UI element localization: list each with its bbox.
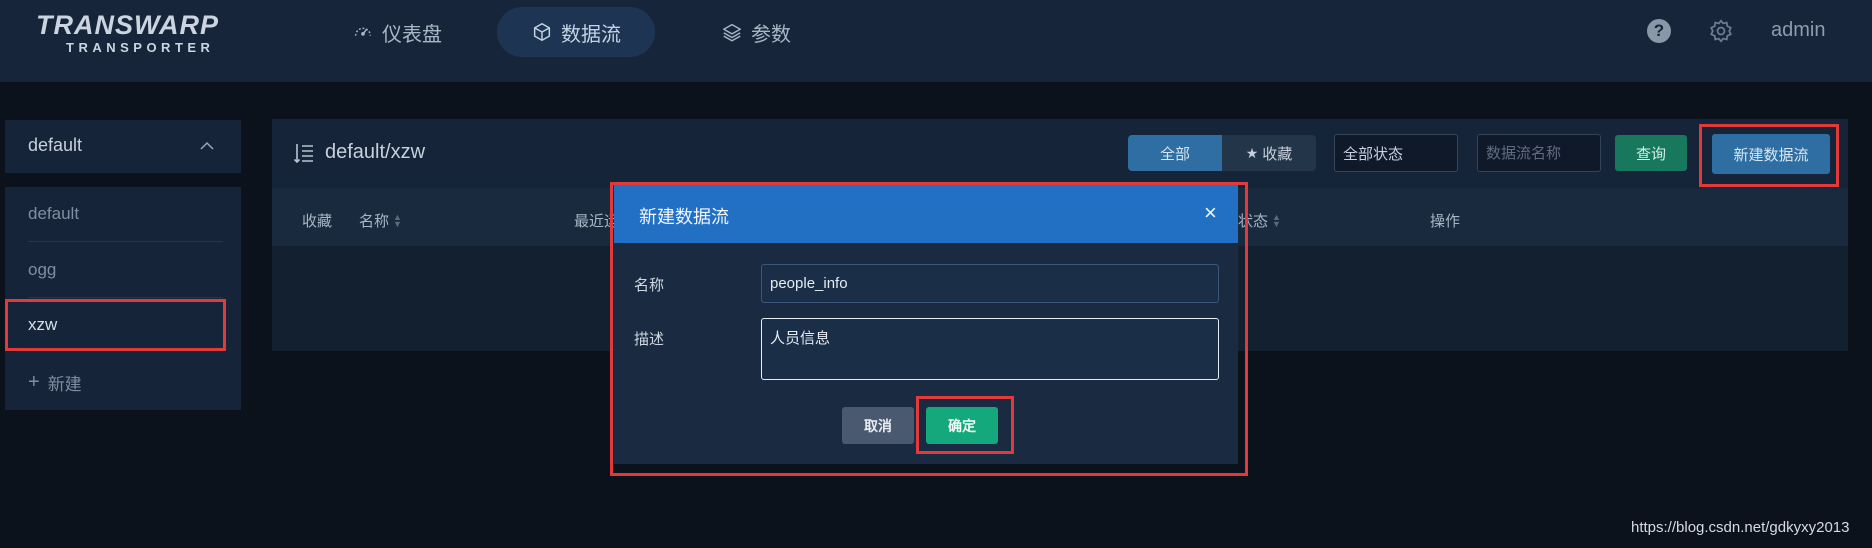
name-field[interactable] [761,264,1219,303]
gear-icon[interactable] [1708,18,1734,44]
nav-dashboard-label: 仪表盘 [382,23,442,46]
cube-icon [533,23,551,41]
column-actions: 操作 [1430,213,1461,230]
sidebar-divider [28,297,223,298]
plus-icon: + [28,371,40,393]
panel-toolbar: default/xzw 全部 ★ 收藏 全部状态 查询 新建数据流 [272,119,1848,188]
nav-dataflow[interactable]: 数据流 [497,7,655,57]
dashboard-icon [354,27,372,36]
transwarp-logo[interactable]: TRANSWARP TRANSPORTER [36,6,246,58]
cancel-button[interactable]: 取消 [842,407,914,444]
sidebar-item-ogg[interactable]: ogg [28,260,56,280]
layers-icon [723,23,741,42]
dialog-title: 新建数据流 [639,207,729,227]
highlight-box-new-button [1699,124,1839,187]
filter-favorite-tab[interactable]: ★ 收藏 [1222,135,1316,171]
user-menu[interactable]: admin [1771,19,1825,42]
sort-list-icon [293,144,313,164]
sort-icon[interactable]: ▲ ▼ [1272,212,1281,228]
nav-params-label: 参数 [751,23,791,46]
sidebar-group-header[interactable]: default [5,120,241,173]
filter-favorite-label: 收藏 [1262,145,1293,163]
description-label: 描述 [634,331,665,348]
sidebar-group-label: default [28,135,83,155]
nav-dataflow-label: 数据流 [561,23,621,46]
column-name[interactable]: 名称 ▲ ▼ [359,210,402,231]
sidebar-divider [28,241,223,242]
filter-all-tab[interactable]: 全部 [1128,135,1222,171]
highlight-box-xzw [5,299,226,351]
logo-title: TRANSWARP [36,10,219,40]
star-icon: ★ [1245,144,1259,161]
help-icon[interactable]: ? [1647,19,1671,43]
close-icon[interactable]: × [1204,202,1217,224]
sidebar-item-default[interactable]: default [28,204,79,224]
watermark: https://blog.csdn.net/gdkyxy2013 [1631,519,1850,536]
column-favorite: 收藏 [302,213,333,230]
chevron-up-icon [200,141,214,150]
name-label: 名称 [634,277,665,294]
logo-subtitle: TRANSPORTER [66,40,215,55]
query-button[interactable]: 查询 [1615,135,1687,171]
dialog-header: 新建数据流 × [614,185,1238,243]
status-select[interactable]: 全部状态 [1334,134,1458,172]
nav-params[interactable]: 参数 [687,7,825,57]
sort-icon[interactable]: ▲ ▼ [393,212,402,228]
sidebar-add-label: 新建 [47,375,82,394]
top-header: TRANSWARP TRANSPORTER 仪表盘 数据流 参数 ? admin [0,0,1872,82]
description-field[interactable]: 人员信息 [761,318,1219,380]
highlight-box-confirm [916,396,1014,454]
nav-dashboard[interactable]: 仪表盘 [318,7,476,57]
dataflow-name-search[interactable] [1477,134,1601,172]
sidebar-add-button[interactable]: + 新建 [28,370,82,395]
breadcrumb: default/xzw [325,141,426,163]
